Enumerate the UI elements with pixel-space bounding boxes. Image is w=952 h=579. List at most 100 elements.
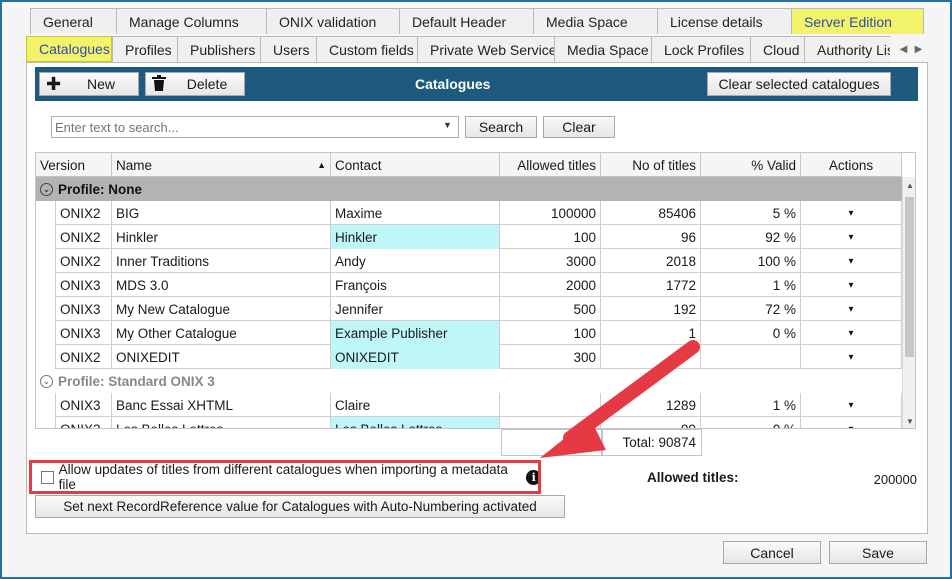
cell-contact[interactable]: François bbox=[331, 273, 500, 297]
cell-no-of-titles[interactable]: 99 bbox=[601, 417, 701, 428]
tab-media-space[interactable]: Media Space bbox=[533, 8, 657, 34]
cell-no-of-titles[interactable]: 96 bbox=[601, 225, 701, 249]
col-name[interactable]: Name ▲ bbox=[112, 153, 331, 177]
cell-contact[interactable]: Andy bbox=[331, 249, 500, 273]
cell-name[interactable]: Banc Essai XHTML bbox=[112, 393, 331, 417]
actions-dropdown[interactable]: ▾ bbox=[801, 417, 902, 428]
new-button[interactable]: ✚ New bbox=[39, 72, 139, 96]
tab-general[interactable]: General bbox=[30, 8, 116, 34]
cell-allowed-titles[interactable]: 2000 bbox=[500, 273, 601, 297]
cell-version[interactable]: ONIX2 bbox=[56, 225, 112, 249]
cell-contact[interactable]: Les Belles Lettres bbox=[331, 417, 500, 428]
row-indent[interactable] bbox=[36, 201, 56, 225]
row-indent[interactable] bbox=[36, 417, 56, 428]
col-contact[interactable]: Contact bbox=[331, 153, 500, 177]
row-indent[interactable] bbox=[36, 345, 56, 369]
cell-version[interactable]: ONIX3 bbox=[56, 393, 112, 417]
cell-valid[interactable]: 1 % bbox=[701, 393, 801, 417]
cell-valid[interactable]: 5 % bbox=[701, 201, 801, 225]
cell-allowed-titles[interactable]: 500 bbox=[500, 297, 601, 321]
tab-license-details[interactable]: License details bbox=[657, 8, 791, 34]
table-row[interactable]: ONIX2 ONIXEDIT ONIXEDIT 300 ▾ bbox=[36, 345, 902, 369]
col-no-of-titles[interactable]: No of titles bbox=[601, 153, 701, 177]
cell-name[interactable]: My Other Catalogue bbox=[112, 321, 331, 345]
cell-no-of-titles[interactable]: 192 bbox=[601, 297, 701, 321]
tab-default-header[interactable]: Default Header bbox=[399, 8, 533, 34]
cell-name[interactable]: ONIXEDIT bbox=[112, 345, 331, 369]
cell-valid[interactable]: 0 % bbox=[701, 417, 801, 428]
actions-dropdown[interactable]: ▾ bbox=[801, 393, 902, 417]
table-row[interactable]: ONIX3 Banc Essai XHTML Claire 1289 1 % ▾ bbox=[36, 393, 902, 417]
actions-dropdown[interactable]: ▾ bbox=[801, 273, 902, 297]
cell-version[interactable]: ONIX2 bbox=[56, 345, 112, 369]
cell-version[interactable]: ONIX3 bbox=[56, 297, 112, 321]
cell-allowed-titles[interactable]: 100 bbox=[500, 321, 601, 345]
tab-catalogues[interactable]: Catalogues bbox=[26, 36, 112, 62]
actions-dropdown[interactable]: ▾ bbox=[801, 225, 902, 249]
cell-contact[interactable]: Hinkler bbox=[331, 225, 500, 249]
cell-name[interactable]: BIG bbox=[112, 201, 331, 225]
row-indent[interactable] bbox=[36, 321, 56, 345]
clear-search-button[interactable]: Clear bbox=[543, 116, 615, 138]
tab-scroll-buttons[interactable]: ◀ ▶ bbox=[896, 38, 926, 60]
table-row[interactable]: ONIX2 Inner Traditions Andy 3000 2018 100 % ▾ bbox=[36, 249, 902, 273]
chevron-down-icon[interactable]: ▼ bbox=[443, 120, 452, 130]
cell-version[interactable]: ONIX3 bbox=[56, 273, 112, 297]
tab-private-web-service[interactable]: Private Web Service bbox=[417, 36, 557, 62]
actions-dropdown[interactable]: ▾ bbox=[801, 297, 902, 321]
tab-publishers[interactable]: Publishers bbox=[177, 36, 260, 62]
table-row[interactable]: ONIX3 Les Belles Lettres Les Belles Lettre… bbox=[36, 417, 902, 428]
cell-name[interactable]: My New Catalogue bbox=[112, 297, 331, 321]
search-input[interactable] bbox=[51, 116, 459, 138]
cell-no-of-titles[interactable]: 1289 bbox=[601, 393, 701, 417]
table-row[interactable]: ONIX2 BIG Maxime 100000 85406 5 % ▾ bbox=[36, 201, 902, 225]
cell-version[interactable]: ONIX2 bbox=[56, 249, 112, 273]
cell-allowed-titles[interactable] bbox=[500, 417, 601, 428]
tab-custom-fields[interactable]: Custom fields bbox=[316, 36, 417, 62]
cell-no-of-titles[interactable]: 1772 bbox=[601, 273, 701, 297]
cell-contact[interactable]: Claire bbox=[331, 393, 500, 417]
table-row[interactable]: ONIX3 My Other Catalogue Example Publisher… bbox=[36, 321, 902, 345]
cell-allowed-titles[interactable]: 100000 bbox=[500, 201, 601, 225]
cell-name[interactable]: Hinkler bbox=[112, 225, 331, 249]
scrollbar-thumb[interactable] bbox=[905, 197, 914, 357]
cell-contact[interactable]: Example Publisher bbox=[331, 321, 500, 345]
col-actions[interactable]: Actions bbox=[801, 153, 902, 177]
col-allowed-titles[interactable]: Allowed titles bbox=[500, 153, 601, 177]
collapse-icon[interactable]: ⌄ bbox=[40, 182, 53, 196]
cell-no-of-titles[interactable] bbox=[601, 345, 701, 369]
tab-authority-list[interactable]: Authority List bbox=[804, 36, 890, 62]
cell-allowed-titles[interactable]: 100 bbox=[500, 225, 601, 249]
cell-no-of-titles[interactable]: 85406 bbox=[601, 201, 701, 225]
actions-dropdown[interactable]: ▾ bbox=[801, 249, 902, 273]
delete-button[interactable]: Delete bbox=[145, 72, 245, 96]
row-indent[interactable] bbox=[36, 297, 56, 321]
table-row[interactable]: ONIX2 Hinkler Hinkler 100 96 92 % ▾ bbox=[36, 225, 902, 249]
cell-name[interactable]: MDS 3.0 bbox=[112, 273, 331, 297]
scroll-up-icon[interactable]: ▲ bbox=[906, 181, 914, 190]
cell-valid[interactable]: 1 % bbox=[701, 273, 801, 297]
search-button[interactable]: Search bbox=[465, 116, 537, 138]
group-row-profile-none[interactable]: ⌄ Profile: None bbox=[36, 177, 902, 201]
cancel-button[interactable]: Cancel bbox=[723, 541, 821, 564]
cell-no-of-titles[interactable]: 1 bbox=[601, 321, 701, 345]
collapse-icon[interactable]: ⌄ bbox=[40, 374, 53, 388]
cell-allowed-titles[interactable] bbox=[500, 393, 601, 417]
cell-valid[interactable]: 92 % bbox=[701, 225, 801, 249]
scroll-down-icon[interactable]: ▼ bbox=[906, 417, 914, 426]
tab-profiles[interactable]: Profiles bbox=[112, 36, 177, 62]
cell-valid[interactable]: 0 % bbox=[701, 321, 801, 345]
cell-contact[interactable]: ONIXEDIT bbox=[331, 345, 500, 369]
row-indent[interactable] bbox=[36, 225, 56, 249]
chevron-left-icon[interactable]: ◀ bbox=[900, 44, 908, 55]
cell-name[interactable]: Inner Traditions bbox=[112, 249, 331, 273]
cell-valid[interactable] bbox=[701, 345, 801, 369]
row-indent[interactable] bbox=[36, 393, 56, 417]
set-record-reference-button[interactable]: Set next RecordReference value for Catal… bbox=[35, 495, 565, 518]
row-indent[interactable] bbox=[36, 249, 56, 273]
cell-no-of-titles[interactable]: 2018 bbox=[601, 249, 701, 273]
tab-manage-columns[interactable]: Manage Columns bbox=[116, 8, 266, 34]
group-row-profile-standard-onix3[interactable]: ⌄ Profile: Standard ONIX 3 bbox=[36, 369, 902, 393]
table-row[interactable]: ONIX3 MDS 3.0 François 2000 1772 1 % ▾ bbox=[36, 273, 902, 297]
cell-contact[interactable]: Jennifer bbox=[331, 297, 500, 321]
